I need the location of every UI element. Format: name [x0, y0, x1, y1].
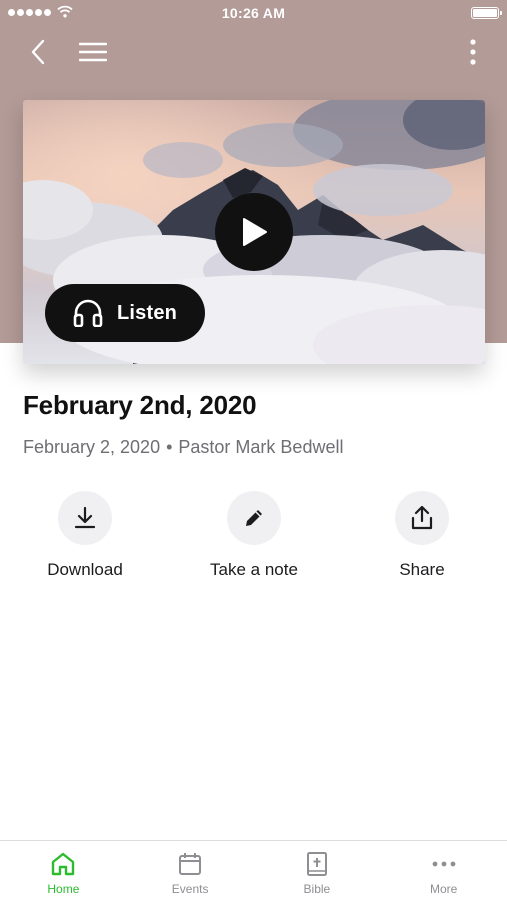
- listen-button[interactable]: Listen: [45, 284, 205, 342]
- tab-home[interactable]: Home: [0, 841, 127, 900]
- download-button[interactable]: Download: [10, 491, 160, 580]
- listen-label: Listen: [117, 301, 178, 324]
- chevron-left-icon: [31, 39, 45, 65]
- meta-separator: •: [166, 437, 173, 457]
- tab-more-label: More: [429, 882, 458, 896]
- share-icon-circle: [395, 491, 449, 545]
- sermon-meta: February 2, 2020 • Pastor Mark Bedwell: [23, 437, 343, 458]
- download-icon-circle: [58, 491, 112, 545]
- note-icon-circle: [227, 491, 281, 545]
- bible-icon: [306, 852, 327, 876]
- sermon-speaker: Pastor Mark Bedwell: [178, 437, 344, 457]
- play-icon: [243, 218, 267, 246]
- calendar-icon: [179, 853, 202, 875]
- tab-home-label: Home: [47, 882, 80, 896]
- more-options-button[interactable]: [461, 36, 485, 68]
- tab-bible[interactable]: Bible: [254, 841, 381, 900]
- status-bar: 10:26 AM: [0, 0, 507, 26]
- kebab-icon: [470, 39, 476, 65]
- headphones-icon: [73, 299, 103, 327]
- share-label: Share: [399, 560, 445, 579]
- share-button[interactable]: Share: [347, 491, 497, 580]
- tab-more[interactable]: More: [380, 841, 507, 900]
- sermon-artwork: Listen: [23, 100, 485, 364]
- hamburger-icon: [79, 42, 107, 62]
- take-note-button[interactable]: Take a note: [179, 491, 329, 580]
- battery-icon: [471, 7, 502, 19]
- take-note-label: Take a note: [210, 560, 298, 579]
- tab-events-label: Events: [171, 882, 209, 896]
- back-button[interactable]: [22, 36, 54, 68]
- sermon-title: February 2nd, 2020: [23, 390, 257, 420]
- tab-bible-label: Bible: [303, 882, 331, 896]
- play-button[interactable]: [215, 193, 293, 271]
- status-time: 10:26 AM: [221, 5, 286, 21]
- share-icon: [411, 505, 433, 530]
- more-dots-icon: [432, 861, 456, 867]
- sermon-date: February 2, 2020: [23, 437, 161, 457]
- menu-button[interactable]: [74, 36, 112, 68]
- download-label: Download: [47, 560, 123, 579]
- tab-events[interactable]: Events: [127, 841, 254, 900]
- tab-bar: Home Events Bible More: [0, 840, 507, 900]
- pencil-icon: [246, 510, 262, 526]
- download-icon: [74, 506, 96, 529]
- home-icon: [52, 852, 75, 876]
